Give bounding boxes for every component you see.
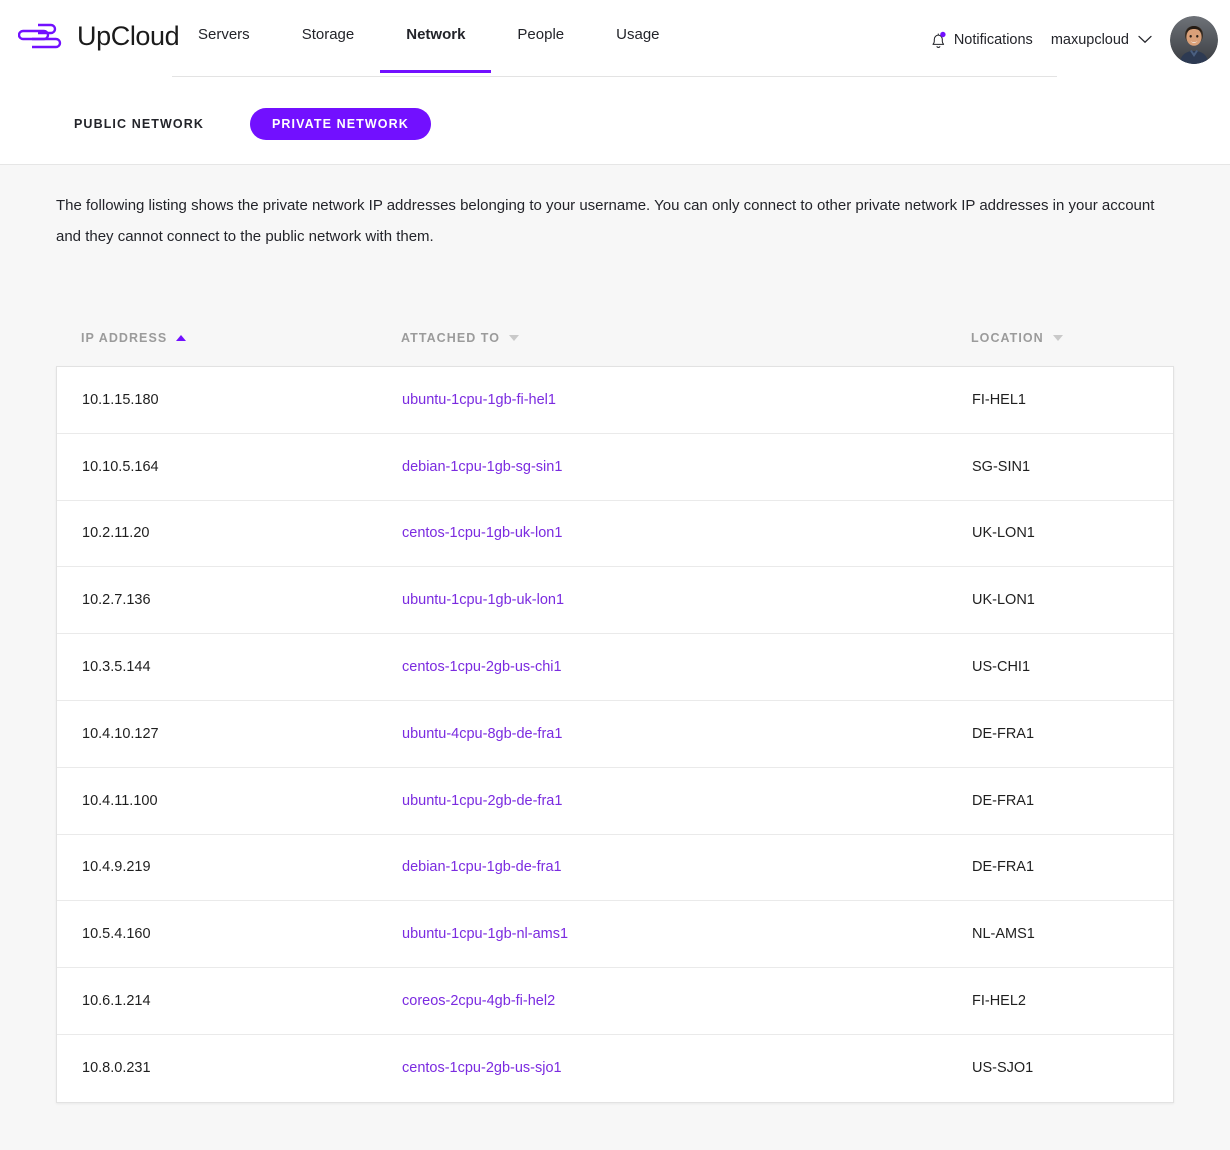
server-link[interactable]: ubuntu-1cpu-1gb-nl-ams1 <box>402 926 568 942</box>
subtab-public-network[interactable]: PUBLIC NETWORK <box>74 117 204 131</box>
column-header-ip-address[interactable]: IP ADDRESS <box>56 331 401 345</box>
nav-item-servers[interactable]: Servers <box>172 26 276 73</box>
server-link[interactable]: centos-1cpu-1gb-uk-lon1 <box>402 525 562 541</box>
table-row: 10.8.0.231 centos-1cpu-2gb-us-sjo1 US-SJ… <box>57 1035 1173 1102</box>
cell-ip-address: 10.5.4.160 <box>57 926 402 942</box>
private-network-table: IP ADDRESS ATTACHED TO LOCATION 10.1.15.… <box>56 320 1174 1103</box>
cell-ip-address: 10.1.15.180 <box>57 392 402 408</box>
cell-location: UK-LON1 <box>972 525 1173 541</box>
notifications-button[interactable]: Notifications <box>930 31 1033 50</box>
active-tab-underline <box>380 70 491 73</box>
table-row: 10.3.5.144 centos-1cpu-2gb-us-chi1 US-CH… <box>57 634 1173 701</box>
table-row: 10.5.4.160 ubuntu-1cpu-1gb-nl-ams1 NL-AM… <box>57 901 1173 968</box>
triangle-up-icon <box>176 335 186 341</box>
user-menu-area: Notifications maxupcloud <box>930 16 1218 64</box>
server-link[interactable]: debian-1cpu-1gb-de-fra1 <box>402 859 562 875</box>
cell-ip-address: 10.6.1.214 <box>57 993 402 1009</box>
cell-location: FI-HEL1 <box>972 392 1173 408</box>
cell-attached-to: coreos-2cpu-4gb-fi-hel2 <box>402 993 972 1009</box>
nav-item-usage[interactable]: Usage <box>590 26 685 73</box>
table-header-row: IP ADDRESS ATTACHED TO LOCATION <box>56 320 1174 356</box>
server-link[interactable]: debian-1cpu-1gb-sg-sin1 <box>402 459 562 475</box>
cell-ip-address: 10.4.9.219 <box>57 859 402 875</box>
cell-ip-address: 10.4.11.100 <box>57 793 402 809</box>
cell-attached-to: centos-1cpu-1gb-uk-lon1 <box>402 525 972 541</box>
cell-location: US-CHI1 <box>972 659 1173 675</box>
account-dropdown[interactable]: maxupcloud <box>1051 32 1152 48</box>
cell-location: DE-FRA1 <box>972 793 1173 809</box>
table-row: 10.1.15.180 ubuntu-1cpu-1gb-fi-hel1 FI-H… <box>57 367 1173 434</box>
nav-item-label: Storage <box>276 26 381 43</box>
cell-ip-address: 10.2.7.136 <box>57 592 402 608</box>
table-row: 10.10.5.164 debian-1cpu-1gb-sg-sin1 SG-S… <box>57 434 1173 501</box>
cell-ip-address: 10.2.11.20 <box>57 525 402 541</box>
cell-ip-address: 10.10.5.164 <box>57 459 402 475</box>
cell-location: SG-SIN1 <box>972 459 1173 475</box>
table-row: 10.2.11.20 centos-1cpu-1gb-uk-lon1 UK-LO… <box>57 501 1173 568</box>
table-body: 10.1.15.180 ubuntu-1cpu-1gb-fi-hel1 FI-H… <box>56 366 1174 1103</box>
page-description: The following listing shows the private … <box>56 190 1161 252</box>
nav-item-network[interactable]: Network <box>380 26 491 73</box>
cell-attached-to: centos-1cpu-2gb-us-sjo1 <box>402 1060 972 1076</box>
server-link[interactable]: ubuntu-1cpu-1gb-fi-hel1 <box>402 392 556 408</box>
nav-item-storage[interactable]: Storage <box>276 26 381 73</box>
cell-attached-to: debian-1cpu-1gb-de-fra1 <box>402 859 972 875</box>
cell-attached-to: ubuntu-1cpu-2gb-de-fra1 <box>402 793 972 809</box>
upcloud-logo-icon <box>18 20 68 52</box>
cell-location: DE-FRA1 <box>972 726 1173 742</box>
nav-item-people[interactable]: People <box>491 26 590 73</box>
brand-logo[interactable]: UpCloud <box>18 20 179 52</box>
subtab-label: PRIVATE NETWORK <box>272 117 409 131</box>
server-link[interactable]: ubuntu-1cpu-2gb-de-fra1 <box>402 793 562 809</box>
cell-ip-address: 10.3.5.144 <box>57 659 402 675</box>
table-row: 10.4.11.100 ubuntu-1cpu-2gb-de-fra1 DE-F… <box>57 768 1173 835</box>
cell-location: UK-LON1 <box>972 592 1173 608</box>
column-header-label: IP ADDRESS <box>81 331 167 345</box>
cell-attached-to: ubuntu-1cpu-1gb-fi-hel1 <box>402 392 972 408</box>
bell-icon <box>930 31 947 50</box>
subtab-private-network[interactable]: PRIVATE NETWORK <box>250 108 431 140</box>
table-row: 10.4.10.127 ubuntu-4cpu-8gb-de-fra1 DE-F… <box>57 701 1173 768</box>
table-row: 10.6.1.214 coreos-2cpu-4gb-fi-hel2 FI-HE… <box>57 968 1173 1035</box>
brand-name: UpCloud <box>77 23 179 50</box>
server-link[interactable]: ubuntu-4cpu-8gb-de-fra1 <box>402 726 562 742</box>
triangle-down-icon <box>509 335 519 341</box>
top-header-bar: UpCloud Servers Storage Network People U… <box>0 0 1230 165</box>
subtab-label: PUBLIC NETWORK <box>74 117 204 131</box>
cell-location: NL-AMS1 <box>972 926 1173 942</box>
main-navigation: Servers Storage Network People Usage <box>172 26 1057 73</box>
cell-ip-address: 10.4.10.127 <box>57 726 402 742</box>
column-header-attached-to[interactable]: ATTACHED TO <box>401 331 971 345</box>
triangle-down-icon <box>1053 335 1063 341</box>
server-link[interactable]: centos-1cpu-2gb-us-sjo1 <box>402 1060 562 1076</box>
cell-attached-to: centos-1cpu-2gb-us-chi1 <box>402 659 972 675</box>
nav-divider <box>172 76 1057 77</box>
column-header-label: LOCATION <box>971 331 1044 345</box>
nav-item-label: People <box>491 26 590 43</box>
account-name: maxupcloud <box>1051 32 1129 48</box>
server-link[interactable]: centos-1cpu-2gb-us-chi1 <box>402 659 562 675</box>
column-header-location[interactable]: LOCATION <box>971 331 1174 345</box>
user-avatar[interactable] <box>1170 16 1218 64</box>
cell-location: FI-HEL2 <box>972 993 1173 1009</box>
cell-attached-to: ubuntu-4cpu-8gb-de-fra1 <box>402 726 972 742</box>
column-header-label: ATTACHED TO <box>401 331 500 345</box>
cell-attached-to: ubuntu-1cpu-1gb-uk-lon1 <box>402 592 972 608</box>
nav-item-label: Usage <box>590 26 685 43</box>
table-row: 10.2.7.136 ubuntu-1cpu-1gb-uk-lon1 UK-LO… <box>57 567 1173 634</box>
server-link[interactable]: coreos-2cpu-4gb-fi-hel2 <box>402 993 555 1009</box>
table-row: 10.4.9.219 debian-1cpu-1gb-de-fra1 DE-FR… <box>57 835 1173 902</box>
network-subtabs: PUBLIC NETWORK PRIVATE NETWORK <box>74 108 431 140</box>
nav-item-label: Network <box>380 26 491 43</box>
chevron-down-icon <box>1138 32 1152 48</box>
notifications-label: Notifications <box>954 32 1033 48</box>
cell-attached-to: ubuntu-1cpu-1gb-nl-ams1 <box>402 926 972 942</box>
cell-location: DE-FRA1 <box>972 859 1173 875</box>
nav-item-label: Servers <box>172 26 276 43</box>
cell-location: US-SJO1 <box>972 1060 1173 1076</box>
cell-ip-address: 10.8.0.231 <box>57 1060 402 1076</box>
server-link[interactable]: ubuntu-1cpu-1gb-uk-lon1 <box>402 592 564 608</box>
cell-attached-to: debian-1cpu-1gb-sg-sin1 <box>402 459 972 475</box>
